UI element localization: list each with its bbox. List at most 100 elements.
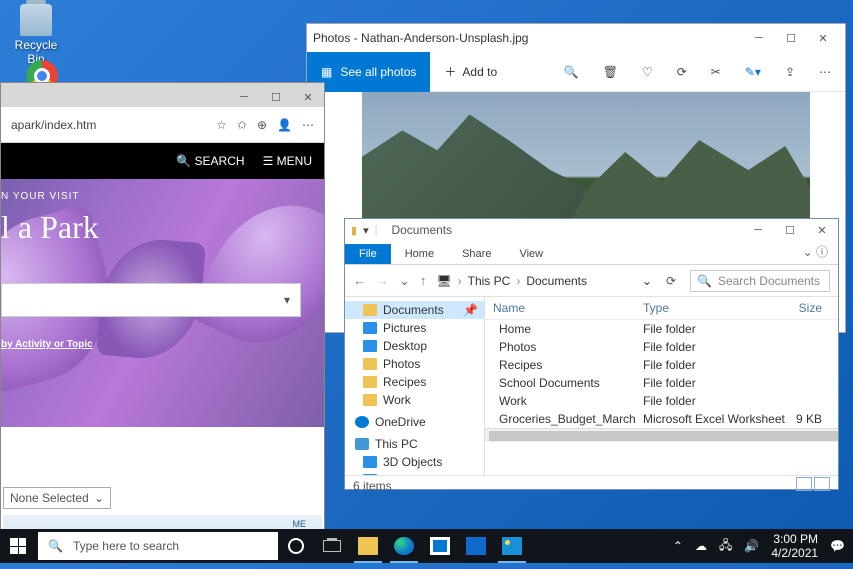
maximize-button[interactable]: ☐ [775, 24, 807, 52]
time-text: 3:00 PM [771, 532, 818, 546]
filter-dropdown[interactable]: None Selected ⌄ [3, 487, 111, 509]
pc-icon: 🖥 [436, 274, 451, 288]
menu-button[interactable]: ☰ MENU [263, 154, 312, 168]
more-icon[interactable]: ⋯ [819, 65, 831, 79]
task-view-button[interactable] [314, 529, 350, 563]
tray-chevron-icon[interactable]: ⌃ [673, 539, 683, 553]
collections-icon[interactable]: ⊕ [257, 118, 267, 132]
taskbar-explorer[interactable] [350, 529, 386, 563]
icons-view-icon[interactable] [814, 477, 830, 491]
col-name[interactable]: Name [493, 301, 643, 315]
file-row[interactable]: RecipesFile folder [485, 356, 838, 374]
profile-icon[interactable]: 👤 [277, 118, 292, 132]
recycle-bin[interactable]: Recycle Bin [6, 4, 66, 66]
favorite-add-icon[interactable]: ✩ [237, 118, 247, 132]
browser-titlebar[interactable]: ─ ☐ ✕ [1, 83, 324, 107]
tree-desktop2[interactable]: Desktop [345, 471, 484, 475]
pin-icon: 📌 [463, 303, 478, 317]
search-placeholder: Search Documents [718, 274, 820, 288]
minimize-button[interactable]: ─ [228, 83, 260, 111]
rotate-icon[interactable]: ⟳ [677, 65, 687, 79]
tree-recipes[interactable]: Recipes [345, 373, 484, 391]
edit-icon[interactable]: ✎▾ [745, 65, 761, 79]
up-button[interactable]: ↑ [420, 273, 427, 288]
cortana-icon [288, 538, 304, 554]
share-icon[interactable]: ⇪ [785, 65, 795, 79]
file-row[interactable]: Groceries_Budget_MarchMicrosoft Excel Wo… [485, 410, 838, 428]
activity-link[interactable]: by Activity or Topic [1, 339, 93, 350]
search-button[interactable]: 🔍 SEARCH [176, 154, 244, 168]
network-icon[interactable]: 🖧 [719, 536, 732, 557]
explorer-titlebar[interactable]: ▮ ▾ | Documents ─ ☐ ✕ [345, 219, 838, 241]
taskbar-search[interactable]: 🔍 Type here to search [38, 532, 278, 560]
tree-3d-objects[interactable]: 3D Objects [345, 453, 484, 471]
minimize-button[interactable]: ─ [742, 216, 774, 244]
folder-icon: ▮ [351, 224, 357, 237]
taskbar-photos[interactable] [494, 529, 530, 563]
onedrive-tray-icon[interactable]: ☁ [695, 539, 707, 553]
back-button[interactable]: ← [353, 273, 366, 288]
col-type[interactable]: Type [643, 301, 793, 315]
crop-icon[interactable]: ✂ [711, 65, 721, 79]
photos-toolbar: ▦ See all photos ＋ Add to 🔍 🗑 ♡ ⟳ ✂ ✎▾ ⇪… [307, 52, 845, 92]
photos-titlebar[interactable]: Photos - Nathan-Anderson-Unsplash.jpg ─ … [307, 24, 845, 52]
taskbar-mail[interactable] [458, 529, 494, 563]
site-nav-bar: 🔍 SEARCH ☰ MENU [1, 143, 324, 179]
ribbon-expand-icon[interactable]: ⌄ ⓘ [793, 239, 838, 264]
tab-home[interactable]: Home [391, 244, 448, 264]
photos-title-text: Photos - Nathan-Anderson-Unsplash.jpg [313, 31, 528, 45]
reading-icon[interactable]: ☆ [216, 118, 227, 132]
nav-bar: ← → ⌄ ↑ 🖥› This PC› Documents ⌄ ⟳ 🔍 Sear… [345, 265, 838, 297]
tab-share[interactable]: Share [448, 244, 505, 264]
tree-work[interactable]: Work [345, 391, 484, 409]
add-to-button[interactable]: ＋ Add to [430, 63, 511, 80]
search-input[interactable]: 🔍 Search Documents [690, 270, 830, 292]
hero-title: l a Park [1, 209, 99, 246]
details-view-icon[interactable] [796, 477, 812, 491]
tab-file[interactable]: File [345, 244, 391, 264]
close-button[interactable]: ✕ [807, 24, 839, 52]
url-text[interactable]: apark/index.htm [11, 118, 206, 132]
maximize-button[interactable]: ☐ [260, 83, 292, 111]
file-row[interactable]: School DocumentsFile folder [485, 374, 838, 392]
refresh-button[interactable]: ⟳ [662, 274, 680, 288]
col-size[interactable]: Size [793, 301, 830, 315]
hero-dropdown[interactable]: ▾ [1, 283, 301, 317]
tree-pictures[interactable]: Pictures [345, 319, 484, 337]
volume-icon[interactable]: 🔊 [744, 539, 759, 553]
tree-documents[interactable]: Documents📌 [345, 301, 484, 319]
tree-this-pc[interactable]: This PC [345, 435, 484, 453]
horizontal-scrollbar[interactable] [485, 428, 838, 442]
nav-tree: Documents📌 Pictures Desktop Photos Recip… [345, 297, 485, 475]
taskbar-edge[interactable] [386, 529, 422, 563]
crumb-documents[interactable]: Documents [526, 274, 587, 288]
breadcrumb[interactable]: 🖥› This PC› Documents ⌄ [436, 274, 652, 288]
chevron-down-icon[interactable]: ⌄ [642, 274, 652, 288]
notifications-icon[interactable]: 💬 [830, 539, 845, 553]
file-row[interactable]: HomeFile folder [485, 320, 838, 338]
taskbar-store[interactable] [422, 529, 458, 563]
see-all-photos-button[interactable]: ▦ See all photos [307, 52, 430, 92]
start-button[interactable] [0, 529, 36, 563]
tree-onedrive[interactable]: OneDrive [345, 413, 484, 431]
file-row[interactable]: WorkFile folder [485, 392, 838, 410]
forward-button[interactable]: → [376, 273, 389, 288]
recent-button[interactable]: ⌄ [399, 273, 410, 289]
menu-dots-icon[interactable]: ⋯ [302, 118, 314, 132]
crumb-this-pc[interactable]: This PC [468, 274, 511, 288]
qat-down-icon[interactable]: ▾ [363, 224, 369, 237]
favorite-icon[interactable]: ♡ [642, 65, 653, 79]
tab-view[interactable]: View [505, 244, 557, 264]
filter-label: None Selected [10, 491, 89, 505]
tree-desktop[interactable]: Desktop [345, 337, 484, 355]
photos-icon [502, 537, 522, 555]
recycle-bin-icon [20, 4, 52, 36]
clock[interactable]: 3:00 PM 4/2/2021 [771, 532, 818, 561]
close-button[interactable]: ✕ [292, 83, 324, 111]
zoom-icon[interactable]: 🔍 [564, 65, 579, 79]
cortana-button[interactable] [278, 529, 314, 563]
tree-photos[interactable]: Photos [345, 355, 484, 373]
minimize-button[interactable]: ─ [743, 24, 775, 52]
file-row[interactable]: PhotosFile folder [485, 338, 838, 356]
delete-icon[interactable]: 🗑 [603, 65, 618, 79]
